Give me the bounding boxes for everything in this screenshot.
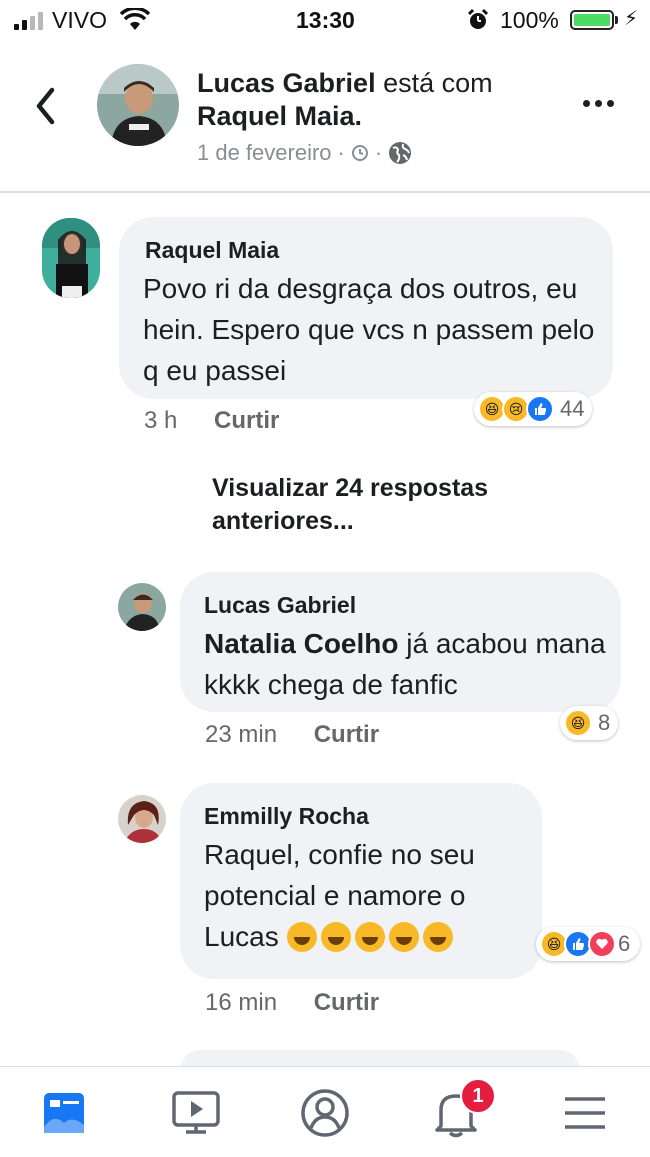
love-icon [588, 930, 616, 958]
reaction-count: 8 [598, 710, 611, 735]
status-time: 13:30 [296, 7, 355, 33]
more-options-button[interactable] [583, 100, 614, 107]
meta-separator-2: · [374, 140, 383, 165]
laughing-emoji-icon [354, 922, 385, 952]
battery-percent: 100% [500, 7, 559, 33]
like-button[interactable]: Curtir [314, 721, 379, 748]
tagged-person[interactable]: Raquel Maia. [197, 101, 362, 132]
watch-icon [172, 1091, 220, 1134]
reply-bubble[interactable]: Emmilly Rocha Raquel, confie no seu pote… [180, 783, 542, 979]
mention-link[interactable]: Natalia Coelho [204, 628, 398, 659]
nav-menu[interactable] [555, 1085, 615, 1141]
news-feed-icon [44, 1093, 84, 1133]
like-icon [526, 395, 554, 423]
battery-tip [615, 16, 618, 24]
laughing-emoji-icon [320, 922, 351, 952]
laughing-emoji-icon [388, 922, 419, 952]
laughing-emoji-icon [422, 922, 453, 952]
laughing-emoji-icon [286, 922, 317, 952]
reply-avatar[interactable] [118, 795, 166, 843]
reply-meta: 23 min Curtir [205, 721, 379, 749]
comment-avatar[interactable] [42, 218, 100, 298]
wifi-icon [119, 6, 151, 38]
meta-separator: · [337, 140, 345, 165]
notification-badge: 1 [460, 1078, 496, 1114]
nav-watch[interactable] [166, 1085, 226, 1141]
dot [583, 100, 590, 107]
battery-icon [570, 10, 614, 30]
reply-author[interactable]: Emmilly Rocha [204, 803, 369, 830]
reaction-summary[interactable]: 😆 8 [560, 706, 619, 740]
charging-icon: ⚡ [624, 8, 639, 30]
haha-icon: 😆 [564, 709, 592, 737]
view-previous-replies-link[interactable]: Visualizar 24 respostas anteriores... [212, 472, 572, 538]
comment-text: Povo ri da desgraça dos outros, eu hein.… [143, 273, 595, 386]
profile-icon [301, 1089, 349, 1137]
comment-author[interactable]: Raquel Maia [145, 237, 279, 264]
carrier-name: VIVO [52, 7, 107, 33]
post-date[interactable]: 1 de fevereiro [197, 140, 332, 166]
reply-text: Raquel, confie no seu potencial e namore… [204, 834, 524, 957]
comment-meta: 3 h Curtir [144, 407, 279, 435]
reply-text: Natalia Coelho já acabou mana kkkk chega… [204, 623, 614, 705]
reply-avatar[interactable] [118, 583, 166, 631]
menu-icon [565, 1097, 605, 1129]
nav-news-feed[interactable] [34, 1085, 94, 1141]
comment-time[interactable]: 3 h [144, 407, 177, 434]
status-bar: VIVO 13:30 100% ⚡ [0, 0, 650, 44]
post-meta: 1 de fevereiro · · [197, 140, 412, 166]
reply-time[interactable]: 16 min [205, 989, 277, 1016]
like-button[interactable]: Curtir [214, 407, 279, 434]
like-button[interactable]: Curtir [314, 989, 379, 1016]
reaction-count: 6 [618, 931, 631, 956]
signal-icon [14, 12, 43, 30]
reaction-summary[interactable]: 😆 😢 44 [474, 392, 593, 426]
reply-meta: 16 min Curtir [205, 989, 379, 1017]
dot [595, 100, 602, 107]
with-text: está com [383, 68, 493, 98]
clock-icon [351, 145, 368, 161]
bottom-navigation [0, 1066, 650, 1157]
comment-bubble[interactable]: Raquel Maia Povo ri da desgraça dos outr… [119, 217, 613, 399]
author-avatar[interactable] [97, 64, 179, 146]
reaction-count: 44 [560, 396, 585, 421]
reply-time[interactable]: 23 min [205, 721, 277, 748]
dot [607, 100, 614, 107]
reaction-summary[interactable]: 😆 6 [536, 927, 640, 961]
alarm-icon [466, 8, 490, 38]
reply-bubble[interactable]: Lucas Gabriel Natalia Coelho já acabou m… [180, 572, 621, 712]
post-author[interactable]: Lucas Gabriel [197, 68, 376, 98]
header-divider [0, 191, 650, 193]
back-button[interactable] [34, 86, 58, 131]
globe-icon [389, 142, 412, 164]
reply-author[interactable]: Lucas Gabriel [204, 592, 356, 619]
nav-profile[interactable] [295, 1085, 355, 1141]
chevron-left-icon [36, 87, 55, 125]
post-author-line: Lucas Gabriel está com [197, 68, 493, 99]
